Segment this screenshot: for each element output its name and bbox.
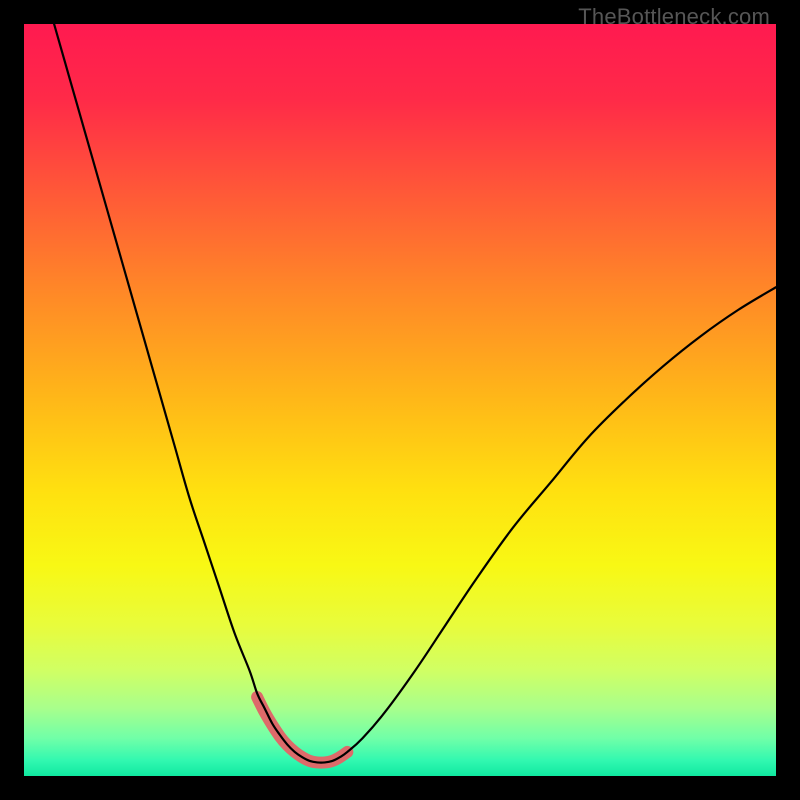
gradient-background [24,24,776,776]
watermark-text: TheBottleneck.com [578,4,770,30]
chart-canvas [24,24,776,776]
chart-frame [24,24,776,776]
